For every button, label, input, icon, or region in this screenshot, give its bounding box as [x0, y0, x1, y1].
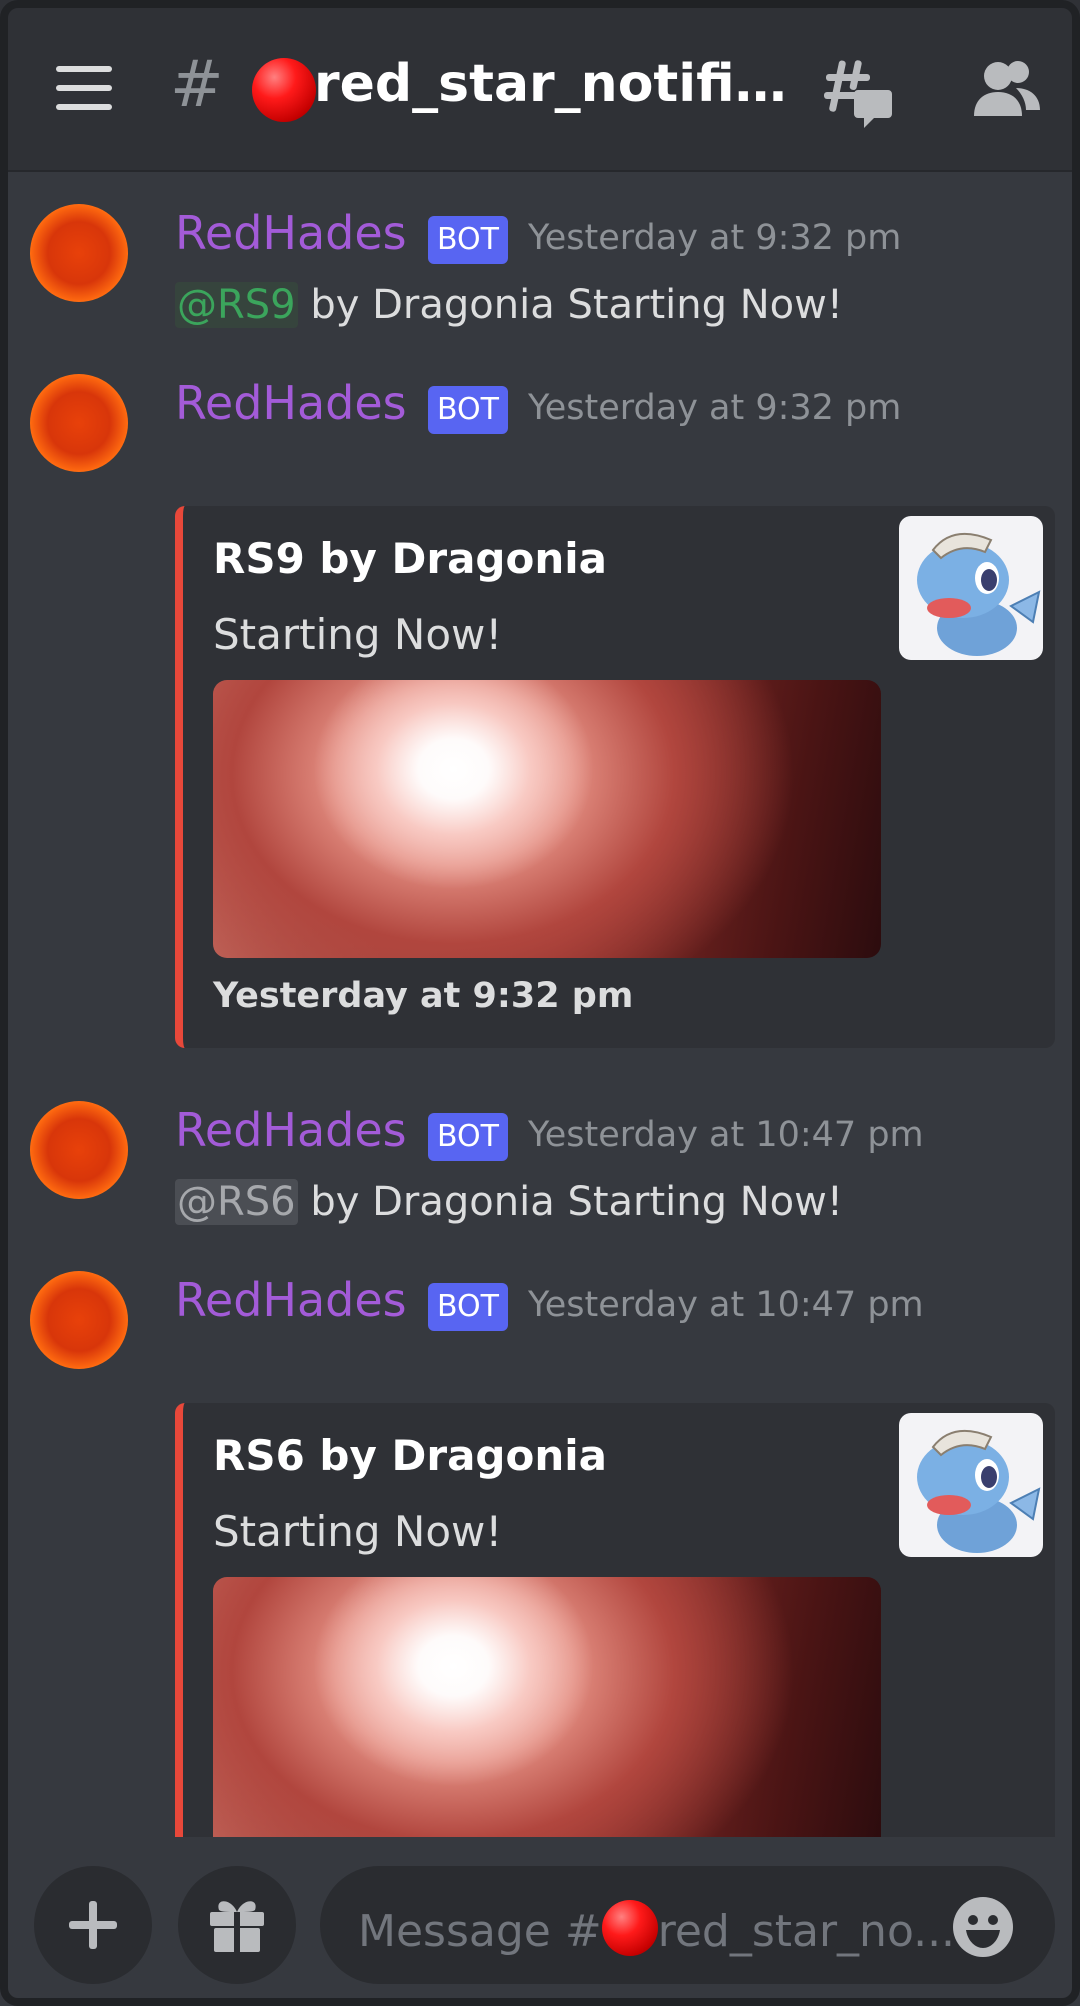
embed-image[interactable] — [213, 680, 881, 958]
bot-badge: BOT — [428, 386, 508, 434]
bot-badge: BOT — [428, 1113, 508, 1161]
bot-badge: BOT — [428, 216, 508, 264]
message-item[interactable]: RedHades BOT Yesterday at 9:32 pm RS9 by… — [0, 370, 1080, 1050]
message-text: @RS9 by Dragonia Starting Now! — [175, 282, 843, 328]
message-body: by Dragonia Starting Now! — [297, 1179, 843, 1225]
author-name[interactable]: RedHades — [175, 1273, 407, 1327]
avatar[interactable] — [30, 1271, 128, 1369]
message-item[interactable]: RedHades BOT Yesterday at 10:47 pm RS6 b… — [0, 1267, 1080, 1837]
embed-image[interactable] — [213, 1577, 881, 1837]
message-placeholder: Message # red_star_no... — [358, 1900, 955, 1957]
message-text: @RS6 by Dragonia Starting Now! — [175, 1179, 843, 1225]
members-icon[interactable] — [972, 58, 1042, 122]
embed-title: RS6 by Dragonia — [213, 1431, 607, 1480]
timestamp: Yesterday at 10:47 pm — [528, 1115, 924, 1155]
channel-name[interactable]: red_star_notific... — [314, 54, 794, 114]
bot-badge: BOT — [428, 1283, 508, 1331]
embed-footer-timestamp: Yesterday at 9:32 pm — [213, 976, 634, 1016]
avatar[interactable] — [30, 374, 128, 472]
message-item[interactable]: RedHades BOT Yesterday at 10:47 pm @RS6 … — [0, 1097, 1080, 1247]
embed-description: Starting Now! — [213, 1507, 503, 1556]
message-composer: Message # red_star_no... — [0, 1838, 1080, 2006]
message-input[interactable]: Message # red_star_no... — [320, 1866, 1055, 1984]
message-body: by Dragonia Starting Now! — [297, 282, 843, 328]
avatar[interactable] — [30, 204, 128, 302]
gift-button[interactable] — [178, 1866, 296, 1984]
hamburger-menu-icon[interactable] — [56, 66, 112, 110]
message-item[interactable]: RedHades BOT Yesterday at 9:32 pm @RS9 b… — [0, 200, 1080, 350]
timestamp: Yesterday at 10:47 pm — [528, 1285, 924, 1325]
threads-icon[interactable] — [820, 56, 892, 128]
add-attachment-button[interactable] — [34, 1866, 152, 1984]
embed-title: RS9 by Dragonia — [213, 534, 607, 583]
timestamp: Yesterday at 9:32 pm — [528, 218, 902, 258]
channel-header: # red_star_notific... — [0, 0, 1080, 172]
embed-card: RS6 by Dragonia Starting Now! — [175, 1403, 1055, 1837]
dragon-thumbnail-image[interactable] — [899, 516, 1043, 660]
timestamp: Yesterday at 9:32 pm — [528, 388, 902, 428]
red-circle-emoji-icon — [252, 58, 316, 122]
red-circle-emoji-icon — [601, 1900, 658, 1956]
dragon-thumbnail-image[interactable] — [899, 1413, 1043, 1557]
author-name[interactable]: RedHades — [175, 376, 407, 430]
author-name[interactable]: RedHades — [175, 1103, 407, 1157]
author-name[interactable]: RedHades — [175, 206, 407, 260]
channel-hash-icon: # — [170, 48, 224, 122]
role-mention[interactable]: @RS6 — [175, 1179, 298, 1225]
embed-description: Starting Now! — [213, 610, 503, 659]
role-mention[interactable]: @RS9 — [175, 282, 298, 328]
plus-icon — [34, 1866, 152, 1984]
gift-icon — [210, 1901, 264, 1952]
embed-card: RS9 by Dragonia Starting Now! Yesterday … — [175, 506, 1055, 1048]
avatar[interactable] — [30, 1101, 128, 1199]
emoji-icon[interactable] — [952, 1896, 1014, 1958]
